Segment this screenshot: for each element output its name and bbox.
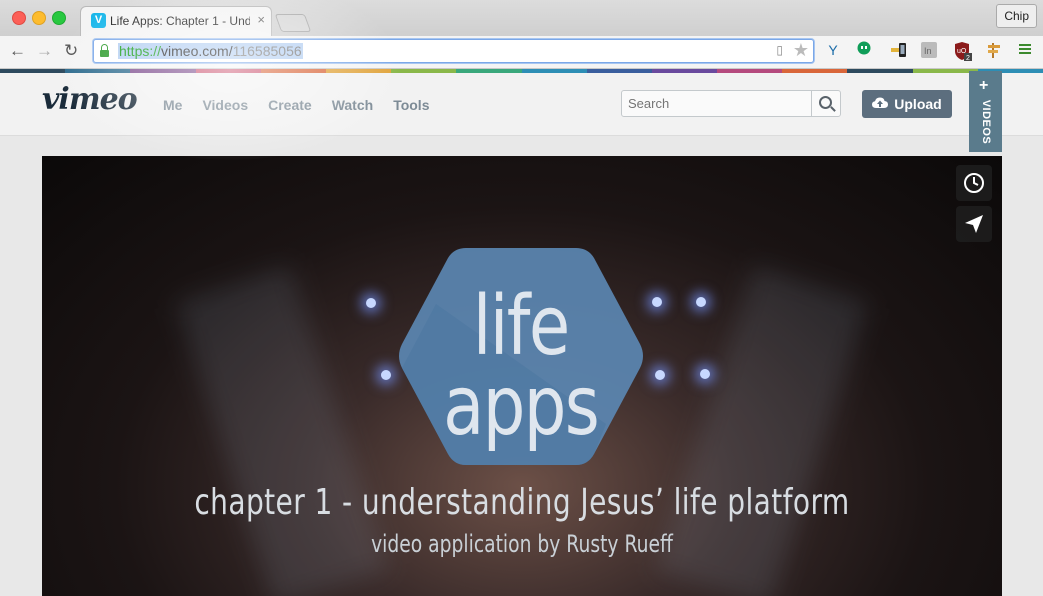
share-button[interactable] <box>956 206 992 242</box>
stage-light <box>381 370 391 380</box>
nav-videos[interactable]: Videos <box>202 97 248 113</box>
vimeo-header: vimeo Me Videos Create Watch Tools Uploa… <box>0 73 1043 136</box>
forward-arrow-icon[interactable]: → <box>36 41 53 61</box>
profile-button[interactable]: Chip <box>996 4 1037 28</box>
video-byline: video application by Rusty Rueff <box>371 530 673 558</box>
stage-light <box>696 297 706 307</box>
stage-light <box>366 298 376 308</box>
url-host: vimeo.com/ <box>161 43 233 59</box>
browser-tabstrip: V Life Apps: Chapter 1 - Und × Chip <box>0 0 1043 36</box>
upload-label: Upload <box>894 96 942 112</box>
svg-text:In: In <box>924 46 932 56</box>
search-input[interactable] <box>622 91 810 116</box>
stage-light <box>652 297 662 307</box>
url-path: 116585056 <box>232 43 302 59</box>
tab-close-icon[interactable]: × <box>257 12 265 27</box>
browser-toolbar: ← → ↻ https://vimeo.com/116585056 ▯ ★ Y … <box>0 36 1043 69</box>
video-player[interactable]: life apps chapter 1 - understanding Jesu… <box>42 156 1002 596</box>
browser-tab[interactable]: V Life Apps: Chapter 1 - Und × <box>80 6 272 36</box>
side-tab-label: VIDEOS <box>980 99 992 145</box>
main-nav: Me Videos Create Watch Tools <box>163 97 449 113</box>
url-scheme: https:// <box>119 43 162 59</box>
linkedin-extension-icon[interactable]: In <box>920 41 938 59</box>
url-text[interactable]: https://vimeo.com/116585056 <box>118 43 303 59</box>
life-apps-hex-logo: life apps <box>399 248 643 465</box>
svg-text:2: 2 <box>966 55 970 61</box>
cloud-upload-icon <box>872 97 889 112</box>
tab-title: Life Apps: Chapter 1 - Und <box>110 14 250 28</box>
search-button[interactable] <box>811 91 840 116</box>
address-bar[interactable]: https://vimeo.com/116585056 ▯ ★ <box>93 39 814 63</box>
nav-create[interactable]: Create <box>268 97 312 113</box>
phone-extension-icon[interactable] <box>890 41 908 59</box>
upload-button[interactable]: Upload <box>862 90 952 118</box>
extension-y-icon[interactable]: Y <box>824 41 842 59</box>
hangouts-icon[interactable] <box>855 41 873 59</box>
lock-icon <box>100 44 109 57</box>
stage-light <box>655 370 665 380</box>
stage-light <box>700 369 710 379</box>
search-icon <box>819 96 832 109</box>
nav-me[interactable]: Me <box>163 97 182 113</box>
watch-later-button[interactable] <box>956 165 992 201</box>
video-chapter-title: chapter 1 - understanding Jesus’ life pl… <box>194 482 850 523</box>
clock-icon <box>964 173 984 193</box>
bookmark-star-icon[interactable]: ★ <box>793 40 809 61</box>
vimeo-logo[interactable]: vimeo <box>42 82 138 117</box>
page-action-icon[interactable]: ▯ <box>776 43 783 57</box>
menu-hamburger-icon[interactable] <box>1016 41 1034 59</box>
paper-plane-icon <box>965 215 983 233</box>
search-box <box>621 90 841 117</box>
add-videos-side-tab[interactable]: + VIDEOS <box>969 71 1002 152</box>
signpost-extension-icon[interactable] <box>985 41 1003 59</box>
vimeo-favicon-icon: V <box>91 13 106 28</box>
close-window-button[interactable] <box>12 11 26 25</box>
nav-watch[interactable]: Watch <box>332 97 373 113</box>
back-arrow-icon[interactable]: ← <box>9 41 26 61</box>
logo-line2: apps <box>443 357 598 453</box>
ublock-icon[interactable]: uO 2 <box>953 41 972 62</box>
new-tab-button[interactable] <box>274 14 312 32</box>
nav-tools[interactable]: Tools <box>393 97 429 113</box>
reload-icon[interactable]: ↻ <box>64 41 78 61</box>
minimize-window-button[interactable] <box>32 11 46 25</box>
maximize-window-button[interactable] <box>52 11 66 25</box>
